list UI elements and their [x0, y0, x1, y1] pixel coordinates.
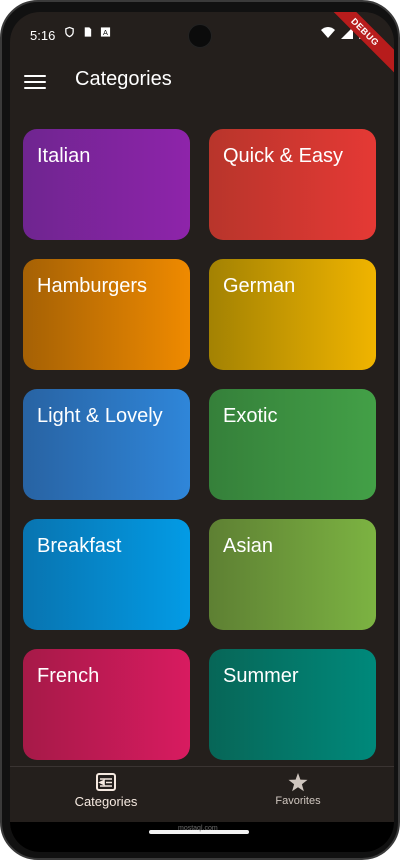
star-icon: [288, 773, 308, 792]
category-tile[interactable]: French: [23, 649, 190, 760]
category-tile[interactable]: Quick & Easy: [209, 129, 376, 240]
gesture-navigation-area: mostaql.com: [10, 822, 394, 852]
category-label: Italian: [37, 145, 91, 167]
category-tile[interactable]: Summer: [209, 649, 376, 760]
nav-label-categories: Categories: [74, 794, 138, 809]
category-label: German: [223, 275, 296, 297]
category-label: Quick & Easy: [223, 145, 344, 167]
app-screen: 5:16 A DEBUG Categories Italian Quick & …: [10, 12, 394, 852]
category-label: Exotic: [223, 405, 278, 427]
wifi-icon: [321, 27, 335, 38]
bottom-navigation-bar: Categories Favorites: [10, 766, 394, 823]
category-tile[interactable]: German: [209, 259, 376, 370]
hamburger-menu-icon[interactable]: [24, 71, 46, 93]
nav-item-favorites[interactable]: Favorites: [202, 773, 394, 821]
category-tile[interactable]: Italian: [23, 129, 190, 240]
shield-icon: [65, 26, 74, 38]
svg-text:A: A: [103, 28, 108, 37]
a-letter-icon: A: [100, 27, 111, 37]
category-label: Breakfast: [37, 535, 122, 557]
category-tile[interactable]: Light & Lovely: [23, 389, 190, 500]
category-label: Asian: [223, 535, 274, 557]
category-label: Hamburgers: [37, 275, 148, 297]
status-bar: 5:16 A DEBUG: [10, 12, 394, 77]
app-bar: Categories: [10, 60, 394, 106]
category-grid: Italian Quick & Easy Hamburgers German Light…: [23, 129, 377, 760]
categories-icon: [96, 773, 116, 791]
category-label: Light & Lovely: [37, 405, 163, 427]
watermark: mostaql.com: [178, 825, 218, 832]
status-time: 5:16: [30, 28, 56, 43]
status-notification-icons: A: [64, 26, 111, 38]
category-tile[interactable]: Hamburgers: [23, 259, 190, 370]
sim-card-icon: [84, 27, 92, 37]
front-camera: [188, 24, 212, 48]
category-tile[interactable]: Asian: [209, 519, 376, 630]
phone-frame: 5:16 A DEBUG Categories Italian Quick & …: [0, 0, 400, 860]
category-label: Summer: [223, 665, 299, 687]
category-tile[interactable]: Breakfast: [23, 519, 190, 630]
category-label: French: [37, 665, 100, 687]
nav-item-categories[interactable]: Categories: [10, 773, 202, 821]
nav-label-favorites: Favorites: [275, 795, 321, 807]
category-tile[interactable]: Exotic: [209, 389, 376, 500]
page-title: Categories: [75, 68, 172, 90]
